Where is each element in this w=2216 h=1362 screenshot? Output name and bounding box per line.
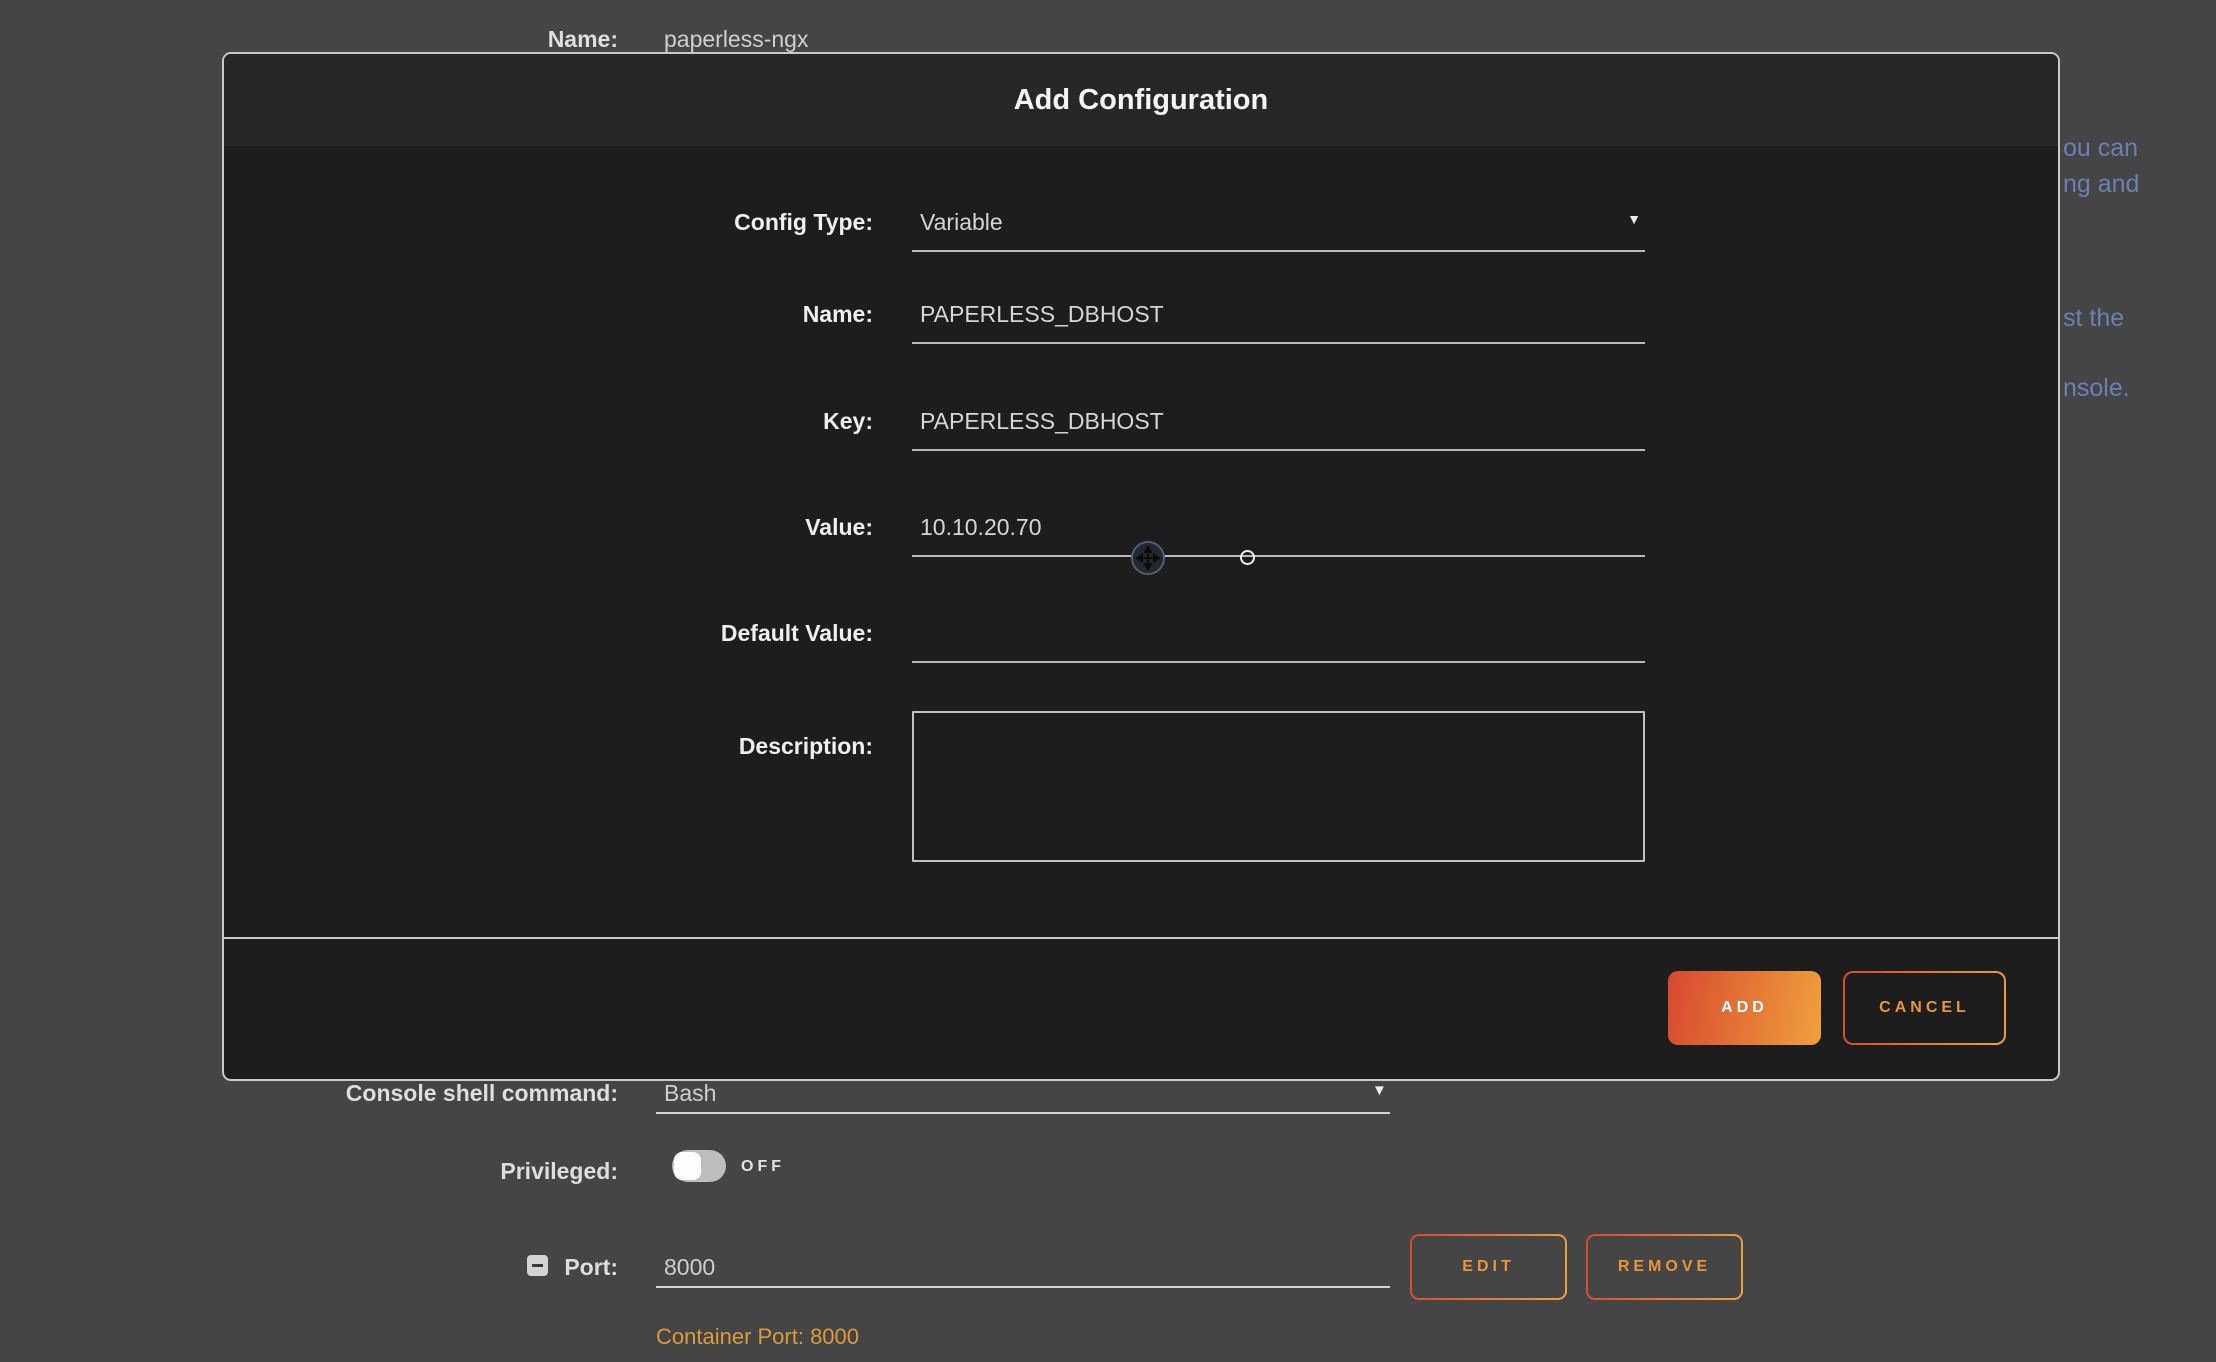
add-button[interactable]: ADD <box>1668 971 1821 1045</box>
container-port-note: Container Port: 8000 <box>656 1324 859 1350</box>
move-cursor-icon <box>1131 541 1165 575</box>
description-textarea[interactable] <box>912 711 1645 862</box>
name-label: Name: <box>224 301 873 328</box>
port-underline <box>656 1286 1390 1288</box>
name-input[interactable] <box>912 301 1645 342</box>
config-type-label: Config Type: <box>224 209 873 236</box>
config-type-select[interactable]: ▼ <box>912 209 1645 252</box>
value-field-wrap <box>912 514 1645 557</box>
value-input[interactable] <box>912 514 1645 555</box>
console-shell-label: Console shell command: <box>0 1080 618 1107</box>
help-text-fragment: ng and <box>2063 170 2139 199</box>
default-value-field-wrap <box>912 620 1645 663</box>
help-text-fragment: st the <box>2063 304 2124 333</box>
toggle-knob <box>674 1152 701 1180</box>
privileged-label: Privileged: <box>0 1158 618 1185</box>
help-text-fragment: ou can <box>2063 134 2138 163</box>
console-shell-underline <box>656 1112 1390 1114</box>
port-label: Port: <box>0 1254 618 1281</box>
key-input[interactable] <box>912 408 1645 449</box>
privileged-state: OFF <box>741 1158 785 1176</box>
bg-name-value: paperless-ngx <box>664 26 808 53</box>
remove-button[interactable]: REMOVE <box>1586 1234 1743 1300</box>
privileged-toggle[interactable] <box>672 1150 726 1182</box>
dialog-header: Add Configuration <box>224 54 2058 146</box>
port-value[interactable]: 8000 <box>664 1254 715 1281</box>
key-field-wrap <box>912 408 1645 451</box>
default-value-label: Default Value: <box>224 620 873 647</box>
click-indicator-ring <box>1240 550 1255 565</box>
dialog-title: Add Configuration <box>1014 84 1269 117</box>
value-label: Value: <box>224 514 873 541</box>
chevron-down-icon: ▼ <box>1372 1082 1387 1099</box>
console-shell-select[interactable]: Bash <box>664 1080 716 1107</box>
config-type-value[interactable] <box>912 209 1645 250</box>
help-text-fragment: nsole. <box>2063 374 2130 403</box>
key-label: Key: <box>224 408 873 435</box>
bg-name-label: Name: <box>0 26 618 53</box>
default-value-input[interactable] <box>912 620 1645 661</box>
description-label: Description: <box>224 733 873 760</box>
name-field-wrap <box>912 301 1645 344</box>
cancel-button[interactable]: CANCEL <box>1843 971 2006 1045</box>
edit-button[interactable]: EDIT <box>1410 1234 1567 1300</box>
footer-divider <box>224 937 2058 939</box>
